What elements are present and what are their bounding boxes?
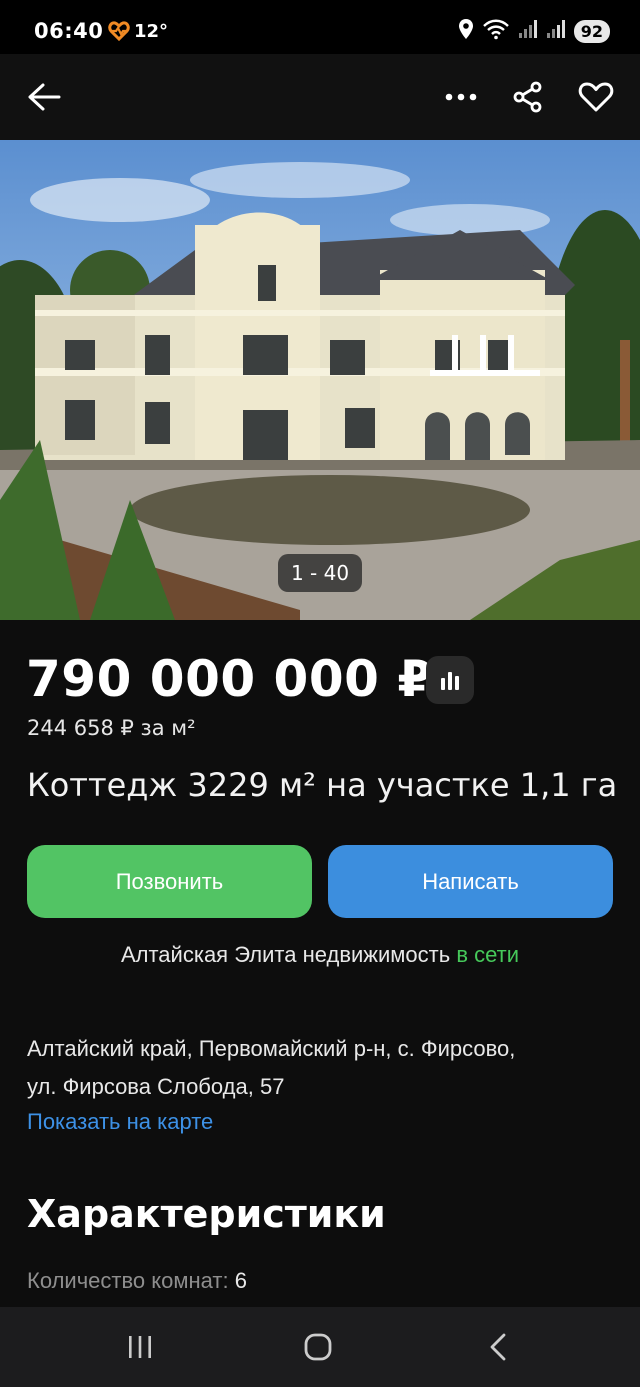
address-line-2: ул. Фирсова Слобода, 57: [27, 1074, 285, 1099]
favorite-icon[interactable]: [576, 77, 616, 117]
listing-title: Коттедж 3229 м² на участке 1,1 га: [27, 766, 618, 804]
gallery-counter: 1 - 40: [278, 554, 362, 592]
listing-address: Алтайский край, Первомайский р-н, с. Фир…: [27, 1030, 515, 1106]
share-icon[interactable]: [508, 77, 548, 117]
listing-content: 790 000 000 ₽ 244 658 ₽ за м² Коттедж 32…: [0, 620, 640, 1307]
back-arrow-icon[interactable]: [24, 77, 64, 117]
show-on-map-link[interactable]: Показать на карте: [27, 1109, 213, 1135]
signal-icon-2: [546, 18, 566, 44]
system-back-icon[interactable]: [478, 1327, 518, 1367]
status-time: 06:40: [34, 19, 104, 43]
call-button[interactable]: Позвонить: [27, 845, 312, 918]
home-icon[interactable]: [298, 1327, 338, 1367]
listing-photo[interactable]: [0, 140, 640, 620]
write-button[interactable]: Написать: [328, 845, 613, 918]
characteristic-label: Количество комнат:: [27, 1268, 235, 1293]
characteristic-value: 6: [234, 1268, 247, 1293]
price-stats-button[interactable]: [426, 656, 474, 704]
price-per-m2: 244 658 ₽ за м²: [27, 716, 196, 740]
recent-apps-icon[interactable]: [120, 1327, 160, 1367]
battery-indicator: 92: [573, 19, 610, 43]
system-nav-bar: [0, 1307, 640, 1387]
app-bar: [0, 54, 640, 140]
signal-icon: [518, 18, 538, 44]
heart-rate-icon: [108, 20, 130, 42]
listing-price: 790 000 000 ₽: [26, 650, 433, 708]
location-icon: [458, 18, 474, 44]
characteristics-heading: Характеристики: [27, 1192, 386, 1236]
seller-online-status: в сети: [456, 942, 520, 967]
seller-name[interactable]: Алтайская Элита недвижимость: [121, 942, 450, 967]
status-bar: 06:40 12° 92: [0, 0, 640, 54]
seller-info[interactable]: Алтайская Элита недвижимость в сети: [0, 942, 640, 968]
house-photo-image: [0, 140, 640, 620]
status-temperature: 12°: [134, 21, 169, 42]
address-line-1: Алтайский край, Первомайский р-н, с. Фир…: [27, 1036, 516, 1061]
more-icon[interactable]: [441, 77, 481, 117]
status-icons: 92: [458, 18, 610, 44]
bar-chart-icon: [441, 672, 459, 690]
wifi-icon: [482, 18, 510, 44]
characteristic-row: Количество комнат: 6: [27, 1268, 247, 1294]
